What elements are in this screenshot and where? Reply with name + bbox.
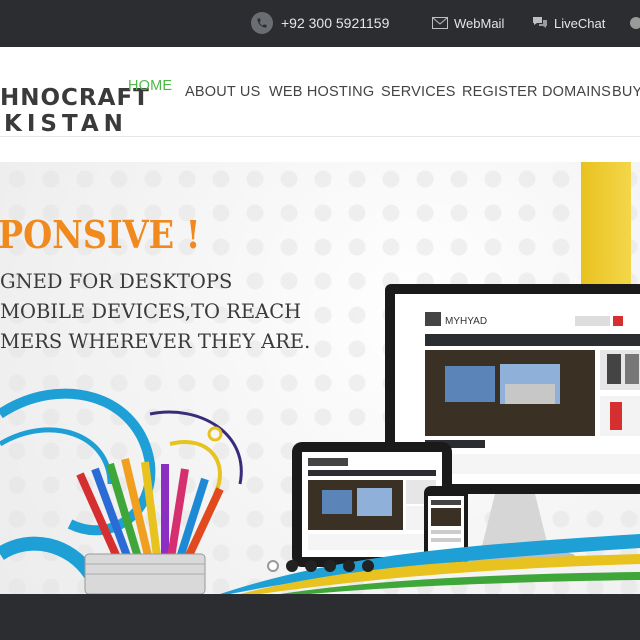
slider-dot-3[interactable] (305, 560, 317, 572)
mail-icon (432, 17, 448, 29)
livechat-link[interactable]: LiveChat (532, 12, 605, 34)
hero-tagline-3: MERS WHEREVER THEY ARE. (0, 330, 311, 353)
livechat-label: LiveChat (554, 15, 606, 31)
webmail-link[interactable]: WebMail (432, 12, 504, 34)
nav-about-us[interactable]: ABOUT US (185, 84, 260, 100)
webmail-label: WebMail (454, 15, 505, 31)
phone-icon (251, 12, 273, 34)
extra-contact-icon[interactable] (629, 12, 640, 34)
nav-home[interactable]: HOME (128, 78, 172, 94)
slider-dot-2[interactable] (286, 560, 298, 572)
chat-icon (532, 16, 548, 30)
ribbon-decoration (220, 534, 640, 594)
slider-dots (267, 560, 381, 572)
slider-dot-1[interactable] (267, 560, 279, 572)
hero-headline: PONSIVE ! (0, 212, 201, 257)
phone-number: +92 300 5921159 (281, 15, 390, 31)
hero-tagline-2: MOBILE DEVICES,TO REACH (0, 300, 302, 323)
mockup-brand-text: MYHYAD (445, 316, 487, 327)
site-header: HNOCRAFT KISTAN HOME ABOUT US WEB HOSTIN… (0, 47, 640, 137)
nav-services[interactable]: SERVICES (381, 84, 456, 100)
slider-dot-5[interactable] (343, 560, 355, 572)
hero-slider: PONSIVE ! GNED FOR DESKTOPS MOBILE DEVIC… (0, 162, 640, 594)
nav-register-domains[interactable]: REGISTER DOMAINS (462, 84, 611, 100)
hero-tagline-1: GNED FOR DESKTOPS (0, 270, 233, 293)
slider-dot-4[interactable] (324, 560, 336, 572)
logo-line-2: KISTAN (4, 111, 128, 137)
slider-dot-6[interactable] (362, 560, 374, 572)
nav-buy[interactable]: BUY (612, 84, 640, 100)
phone-contact[interactable]: +92 300 5921159 (251, 12, 389, 34)
top-contact-bar: +92 300 5921159 WebMail LiveChat (0, 0, 640, 47)
nav-web-hosting[interactable]: WEB HOSTING (269, 84, 374, 100)
dark-footer-band (0, 594, 640, 640)
